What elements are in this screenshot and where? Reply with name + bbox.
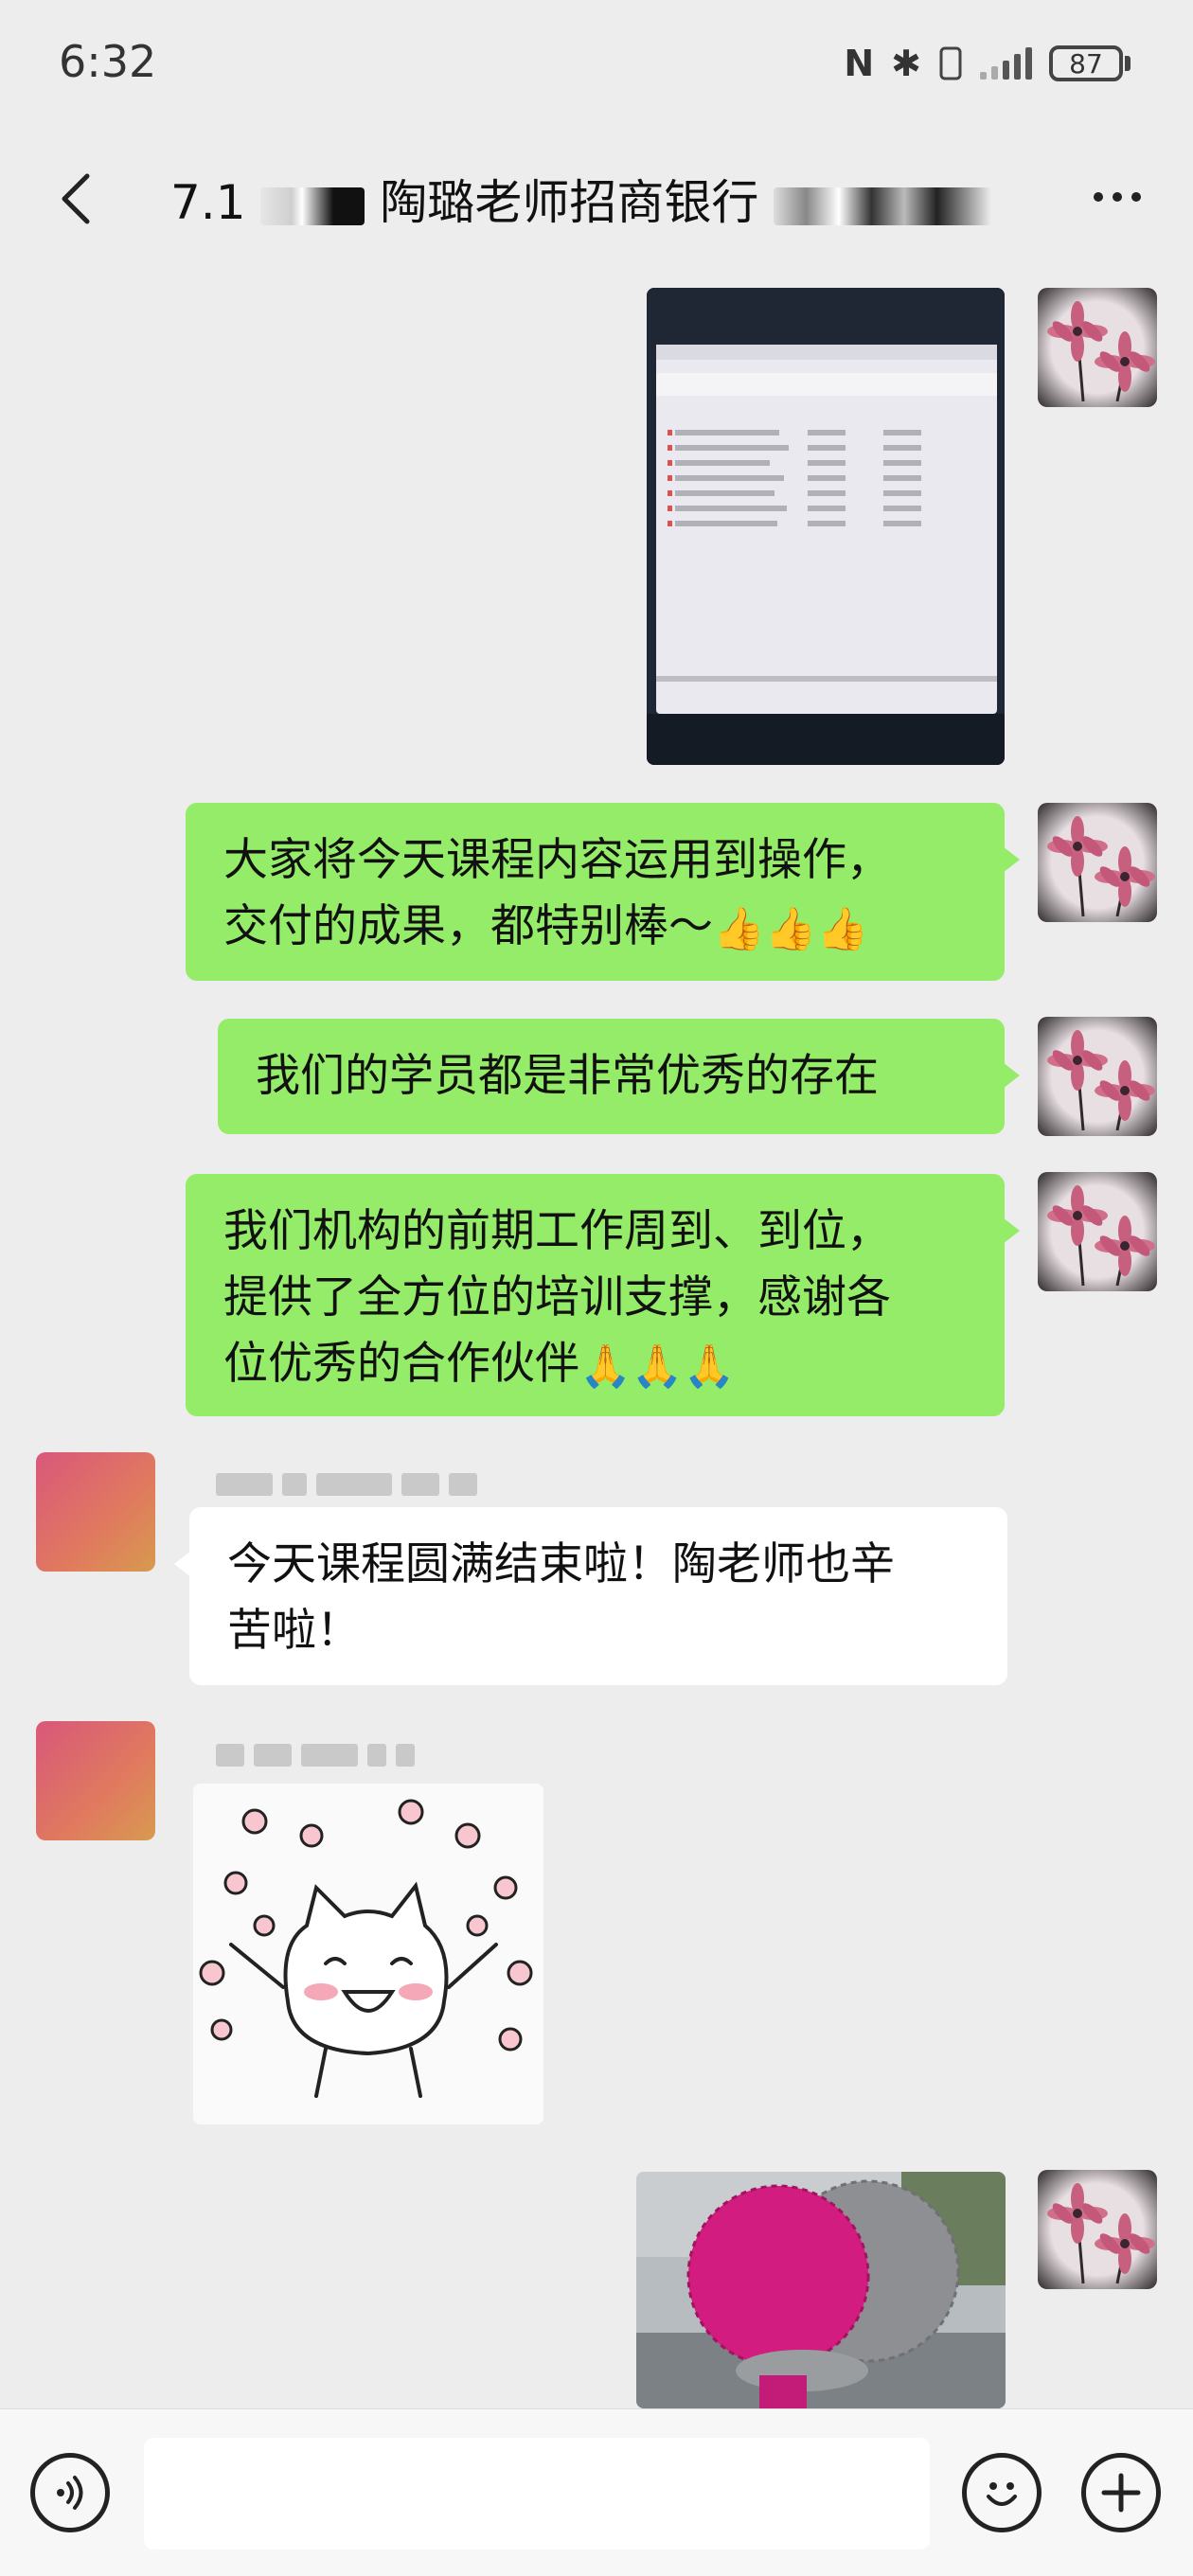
my-avatar[interactable] xyxy=(1038,2170,1157,2289)
voice-icon xyxy=(57,2476,83,2510)
sender-name-redacted xyxy=(216,1738,415,1772)
chevron-left-icon xyxy=(62,173,90,224)
back-button[interactable] xyxy=(38,161,114,237)
my-avatar[interactable] xyxy=(1038,803,1157,922)
message-text-line: 大家将今天课程内容运用到操作， xyxy=(223,834,891,886)
sender-avatar[interactable] xyxy=(36,1721,155,1840)
message-image-photo[interactable] xyxy=(636,2172,1006,2408)
vibrate-icon xyxy=(939,46,962,80)
sender-name-redacted xyxy=(216,1467,477,1501)
my-avatar[interactable] xyxy=(1038,1017,1157,1136)
status-time: 6:32 xyxy=(59,36,157,87)
message-text-line: 今天课程圆满结束啦！陶老师也辛 xyxy=(227,1538,895,1590)
chat-title: 7.1 陶璐老师招商银行 xyxy=(170,165,992,233)
status-bar: 6:32 N ✱ 87 xyxy=(0,0,1193,133)
title-main: 陶璐老师招商银行 xyxy=(380,175,759,230)
folded-hands-icon: 🙏🙏🙏 xyxy=(579,1341,736,1391)
emoji-button[interactable] xyxy=(962,2453,1042,2532)
sender-avatar[interactable] xyxy=(36,1452,155,1572)
message-text-line: 位优秀的合作伙伴 xyxy=(223,1338,579,1390)
my-avatar[interactable] xyxy=(1038,288,1157,407)
nfc-icon: N xyxy=(844,43,875,84)
message-text-line: 交付的成果，都特别棒～ xyxy=(223,900,713,952)
message-text: 我们的学员都是非常优秀的存在 xyxy=(256,1050,879,1102)
title-redaction-2 xyxy=(774,187,992,225)
smiley-icon xyxy=(987,2482,1017,2506)
add-button[interactable] xyxy=(1081,2453,1161,2532)
message-bubble-out[interactable]: 我们的学员都是非常优秀的存在 xyxy=(218,1019,1020,1134)
sticker-cat-cheering[interactable] xyxy=(193,1784,543,2124)
title-redaction xyxy=(260,187,365,225)
message-text-line: 我们机构的前期工作周到、到位， xyxy=(223,1205,891,1257)
message-bubble-out[interactable]: 我们机构的前期工作周到、到位， 提供了全方位的培训支撑，感谢各 位优秀的合作伙伴… xyxy=(186,1174,1020,1416)
voice-button[interactable] xyxy=(30,2453,110,2532)
status-icons: N ✱ 87 xyxy=(844,45,1131,81)
thumbs-up-icon: 👍👍👍 xyxy=(713,904,869,953)
message-bubble-out[interactable]: 大家将今天课程内容运用到操作， 交付的成果，都特别棒～👍👍👍 xyxy=(186,803,1020,981)
chat-header: 7.1 陶璐老师招商银行 xyxy=(0,133,1193,259)
message-bubble-in[interactable]: 今天课程圆满结束啦！陶老师也辛 苦啦！ xyxy=(174,1507,1007,1685)
message-text-line: 苦啦！ xyxy=(227,1605,361,1657)
input-bar xyxy=(0,2408,1193,2576)
bluetooth-icon: ✱ xyxy=(891,43,921,84)
signal-icon xyxy=(980,47,1032,80)
crochet-dolls-photo xyxy=(636,2172,1006,2408)
screen-photo xyxy=(647,288,1005,765)
title-prefix: 7.1 xyxy=(170,175,246,230)
message-image-screenshot[interactable] xyxy=(647,288,1005,765)
message-input[interactable] xyxy=(144,2438,930,2549)
my-avatar[interactable] xyxy=(1038,1172,1157,1291)
cat-sticker-icon xyxy=(193,1784,543,2124)
plus-icon xyxy=(1101,2473,1141,2513)
battery-level: 87 xyxy=(1069,47,1103,80)
battery-icon: 87 xyxy=(1049,45,1131,81)
message-text-line: 提供了全方位的培训支撑，感谢各 xyxy=(223,1271,891,1324)
more-options-button[interactable] xyxy=(1079,169,1155,225)
